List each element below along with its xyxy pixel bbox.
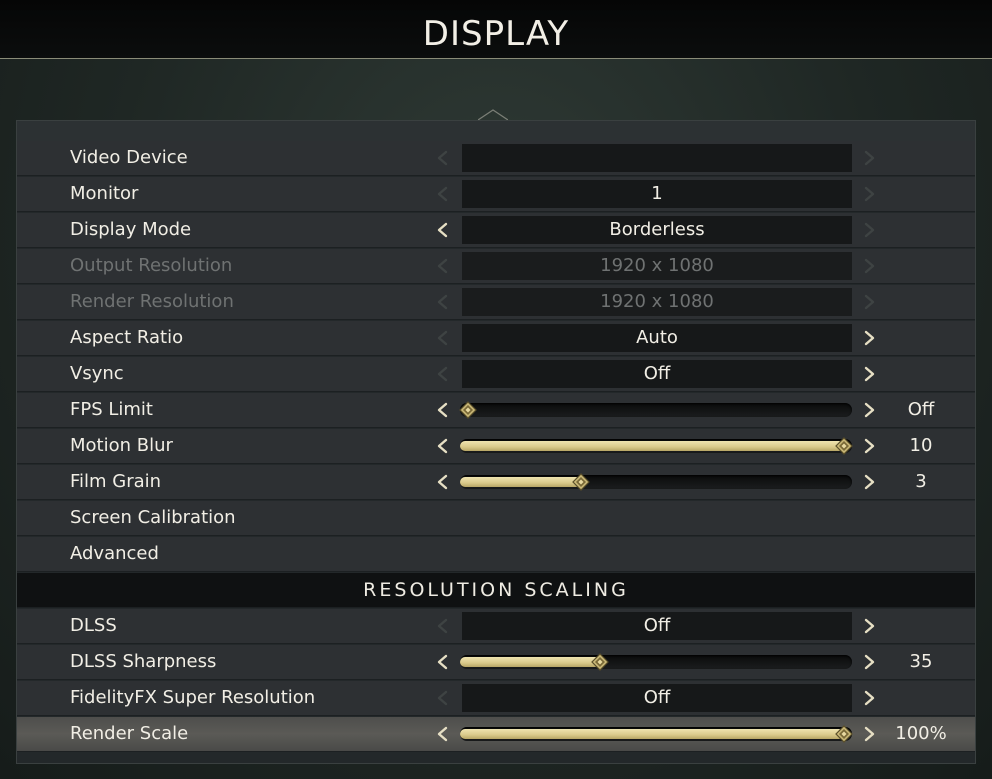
chevron-right-icon[interactable] xyxy=(863,690,877,706)
diamond-knob-icon[interactable] xyxy=(835,437,853,455)
setting-row-aspect-ratio[interactable]: Aspect Ratio Auto xyxy=(17,321,975,356)
diamond-knob-icon[interactable] xyxy=(591,653,609,671)
chevron-left-icon[interactable] xyxy=(435,654,449,670)
setting-value-fidelityfx-super-resolution[interactable]: Off xyxy=(462,684,852,712)
chevron-right-icon[interactable] xyxy=(863,618,877,634)
chevron-left-icon xyxy=(435,150,449,166)
section-title: RESOLUTION SCALING xyxy=(363,579,629,601)
setting-label: Display Mode xyxy=(70,219,192,240)
chevron-left-icon xyxy=(435,618,449,634)
chevron-left-icon xyxy=(435,186,449,202)
chevron-right-icon[interactable] xyxy=(863,366,877,382)
chevron-left-icon xyxy=(435,330,449,346)
diamond-knob-icon[interactable] xyxy=(459,401,477,419)
chevron-left-icon xyxy=(435,366,449,382)
setting-label: DLSS xyxy=(70,615,117,636)
setting-value-video-device[interactable] xyxy=(462,144,852,172)
setting-row-motion-blur[interactable]: Motion Blur 10 xyxy=(17,429,975,464)
chevron-right-icon xyxy=(863,294,877,310)
chevron-right-icon xyxy=(863,222,877,238)
chevron-right-icon[interactable] xyxy=(863,438,877,454)
diamond-knob-icon[interactable] xyxy=(572,473,590,491)
chevron-left-icon[interactable] xyxy=(435,438,449,454)
setting-row-output-resolution: Output Resolution 1920 x 1080 xyxy=(17,249,975,284)
setting-row-vsync[interactable]: Vsync Off xyxy=(17,357,975,392)
setting-label: FidelityFX Super Resolution xyxy=(70,687,316,708)
setting-value-vsync[interactable]: Off xyxy=(462,360,852,388)
chevron-left-icon[interactable] xyxy=(435,726,449,742)
page-title: DISPLAY xyxy=(422,14,570,54)
setting-value-monitor[interactable]: 1 xyxy=(462,180,852,208)
slider-value-render-scale: 100% xyxy=(895,723,947,744)
setting-label: Monitor xyxy=(70,183,139,204)
setting-label: FPS Limit xyxy=(70,399,153,420)
slider-value-motion-blur: 10 xyxy=(909,435,933,456)
slider-value-dlss-sharpness: 35 xyxy=(909,651,933,672)
chevron-left-icon[interactable] xyxy=(435,222,449,238)
settings-panel: Video Device Monitor 1 Display Mode Borderle… xyxy=(16,120,976,764)
slider-value-film-grain: 3 xyxy=(915,471,927,492)
slider-track-motion-blur[interactable] xyxy=(460,437,853,455)
setting-row-display-mode[interactable]: Display Mode Borderless xyxy=(17,213,975,248)
chevron-right-icon[interactable] xyxy=(863,726,877,742)
slider-value-fps-limit: Off xyxy=(907,399,935,420)
chevron-left-icon[interactable] xyxy=(435,402,449,418)
chevron-right-icon xyxy=(863,150,877,166)
setting-row-video-device[interactable]: Video Device xyxy=(17,141,975,176)
setting-row-render-scale[interactable]: Render Scale 100% xyxy=(17,717,975,752)
header-bar: DISPLAY xyxy=(0,0,992,59)
diamond-knob-icon[interactable] xyxy=(835,725,853,743)
setting-label: Output Resolution xyxy=(70,255,233,276)
setting-label: Vsync xyxy=(70,363,124,384)
slider-track-render-scale[interactable] xyxy=(460,725,853,743)
chevron-left-icon xyxy=(435,294,449,310)
setting-label: Video Device xyxy=(70,147,188,168)
setting-row-advanced[interactable]: Advanced xyxy=(17,537,975,572)
setting-label: Render Resolution xyxy=(70,291,234,312)
setting-row-fps-limit[interactable]: FPS Limit Off xyxy=(17,393,975,428)
slider-fill xyxy=(460,657,600,667)
panel-top-strip xyxy=(17,121,975,141)
setting-value-output-resolution: 1920 x 1080 xyxy=(462,252,852,280)
setting-label: Advanced xyxy=(70,543,159,564)
setting-value-aspect-ratio[interactable]: Auto xyxy=(462,324,852,352)
setting-row-film-grain[interactable]: Film Grain 3 xyxy=(17,465,975,500)
slider-fill xyxy=(460,441,844,451)
setting-label: DLSS Sharpness xyxy=(70,651,217,672)
slider-track-film-grain[interactable] xyxy=(460,473,852,491)
setting-row-dlss[interactable]: DLSS Off xyxy=(17,609,975,644)
setting-label: Aspect Ratio xyxy=(70,327,184,348)
slider-fill xyxy=(460,729,844,739)
chevron-right-icon[interactable] xyxy=(863,654,877,670)
chevron-left-icon xyxy=(435,258,449,274)
chevron-right-icon xyxy=(863,186,877,202)
setting-row-render-resolution: Render Resolution 1920 x 1080 xyxy=(17,285,975,320)
chevron-right-icon[interactable] xyxy=(863,474,877,490)
setting-row-dlss-sharpness[interactable]: DLSS Sharpness 35 xyxy=(17,645,975,680)
section-header-resolution-scaling: RESOLUTION SCALING xyxy=(17,573,975,608)
chevron-left-icon xyxy=(435,690,449,706)
chevron-left-icon[interactable] xyxy=(435,474,449,490)
slider-fill xyxy=(460,477,581,487)
setting-value-display-mode[interactable]: Borderless xyxy=(462,216,852,244)
setting-row-monitor[interactable]: Monitor 1 xyxy=(17,177,975,212)
chevron-right-icon[interactable] xyxy=(863,402,877,418)
setting-value-render-resolution: 1920 x 1080 xyxy=(462,288,852,316)
setting-value-dlss[interactable]: Off xyxy=(462,612,852,640)
chevron-right-icon xyxy=(863,258,877,274)
chevron-right-icon[interactable] xyxy=(863,330,877,346)
setting-label: Render Scale xyxy=(70,723,189,744)
slider-track-dlss-sharpness[interactable] xyxy=(460,653,852,671)
setting-label: Film Grain xyxy=(70,471,162,492)
setting-row-screen-calibration[interactable]: Screen Calibration xyxy=(17,501,975,536)
setting-label: Motion Blur xyxy=(70,435,173,456)
setting-row-fidelityfx-super-resolution[interactable]: FidelityFX Super Resolution Off xyxy=(17,681,975,716)
slider-track-fps-limit[interactable] xyxy=(459,401,852,419)
setting-label: Screen Calibration xyxy=(70,507,236,528)
